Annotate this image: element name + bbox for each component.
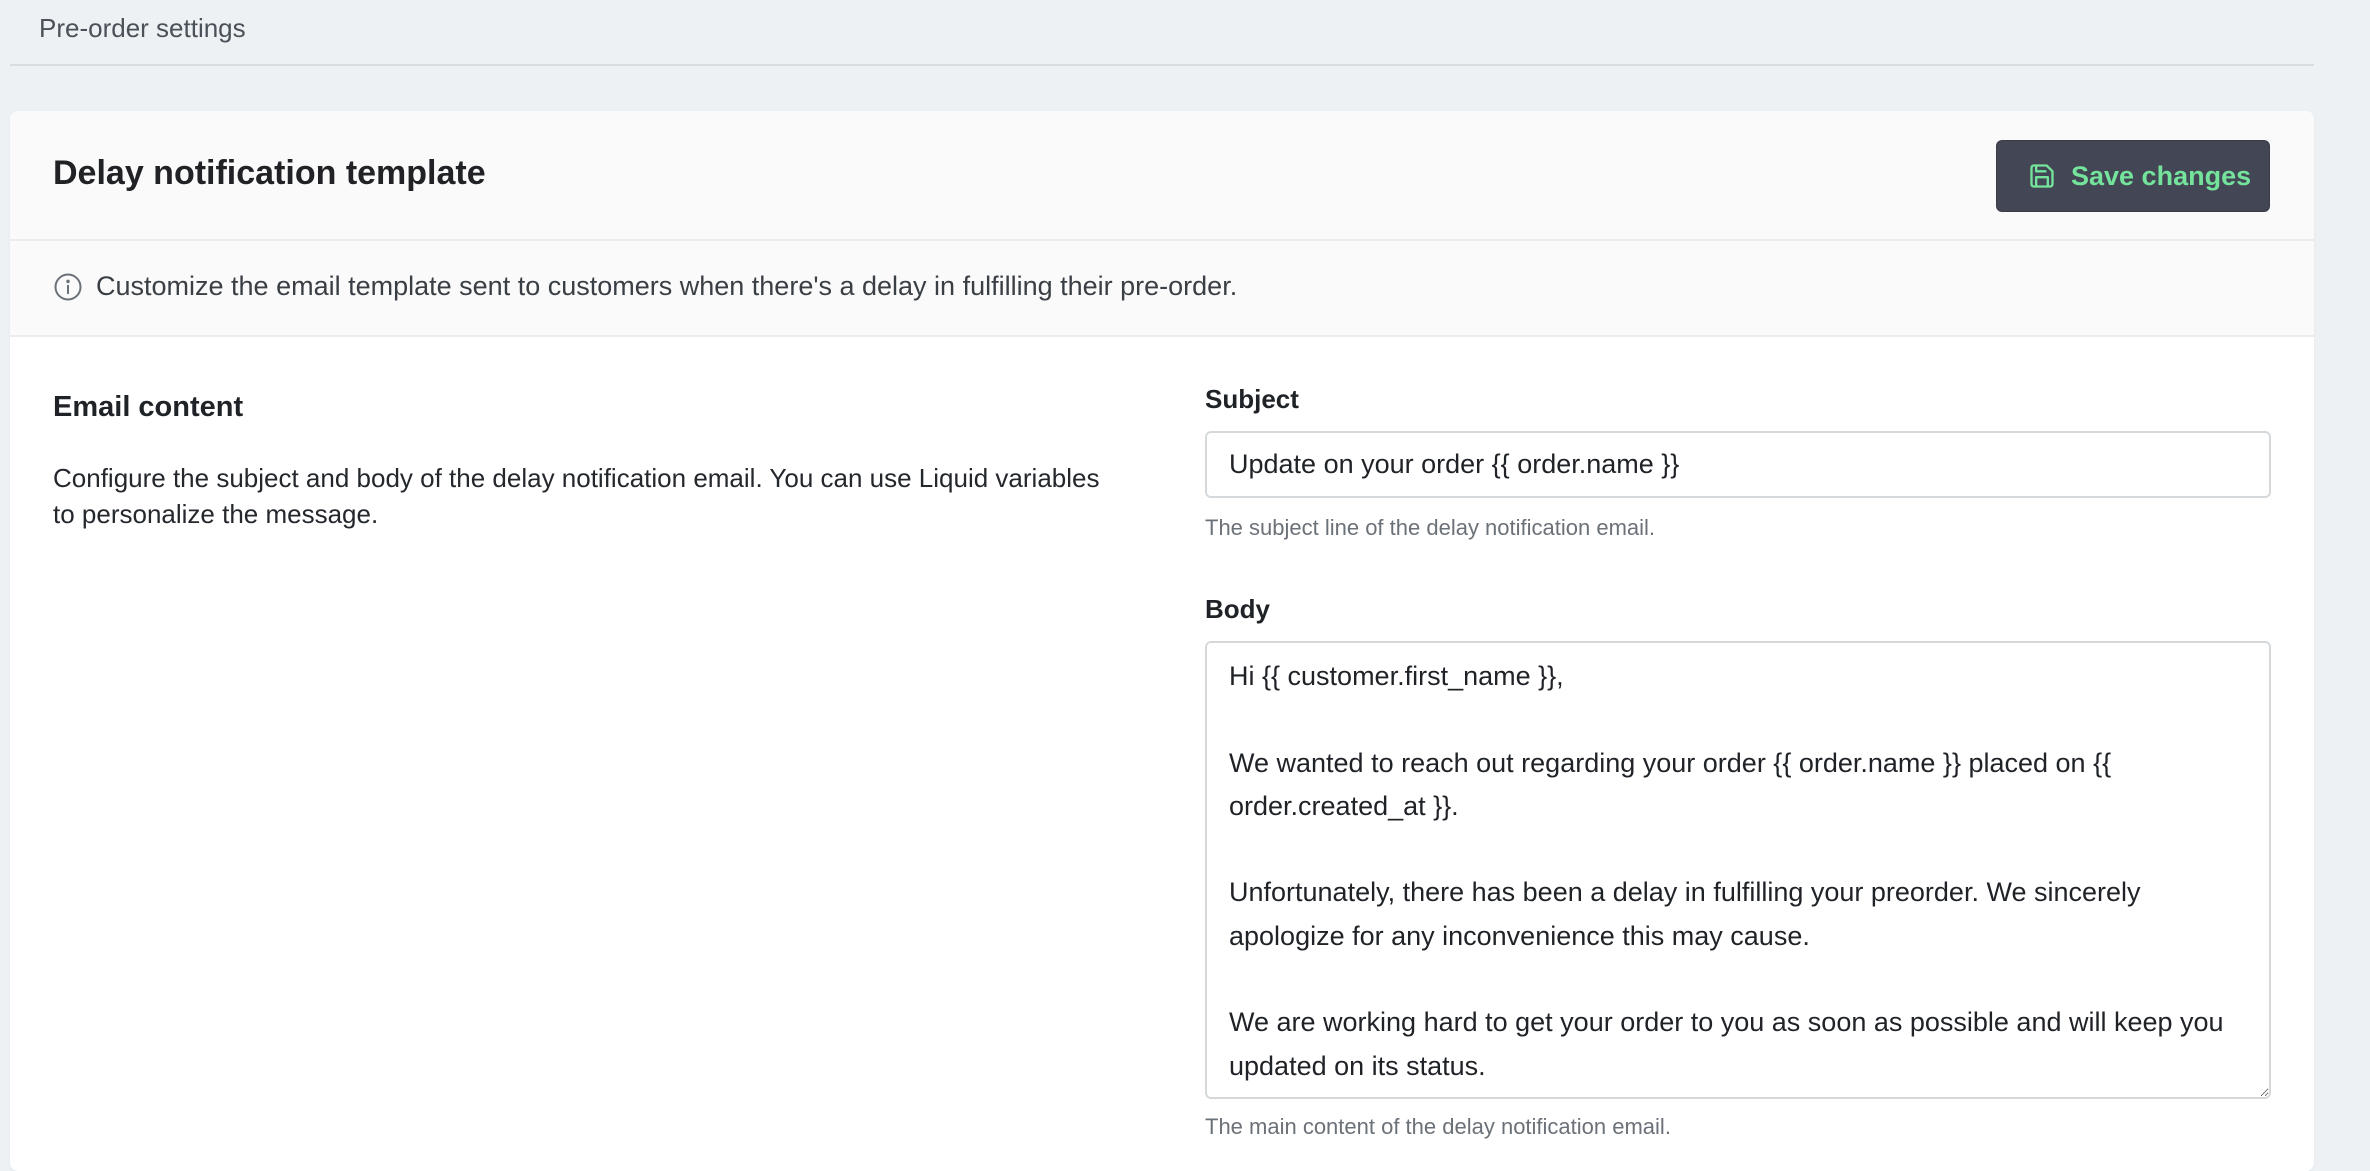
page-title: Pre-order settings	[39, 13, 246, 43]
info-icon	[53, 272, 83, 302]
body-help-text: The main content of the delay notificati…	[1205, 1114, 1671, 1139]
settings-card: Delay notification template Save changes…	[10, 111, 2314, 1171]
section-title: Email content	[53, 391, 244, 423]
body-textarea[interactable]: Hi {{ customer.first_name }}, We wanted …	[1205, 641, 2271, 1099]
save-changes-label: Save changes	[2071, 160, 2252, 191]
info-text: Customize the email template sent to cus…	[96, 271, 1238, 301]
save-changes-button[interactable]: Save changes	[1996, 140, 2270, 212]
section-description: Configure the subject and body of the de…	[53, 463, 1100, 529]
save-icon	[2027, 161, 2057, 191]
subject-label: Subject	[1205, 384, 1299, 414]
card-title: Delay notification template	[53, 154, 486, 192]
body-label: Body	[1205, 594, 1270, 624]
card-header: Delay notification template Save changes	[10, 111, 2314, 241]
subject-help-text: The subject line of the delay notificati…	[1205, 515, 1656, 540]
top-bar: Pre-order settings	[10, 0, 2314, 66]
subject-input[interactable]	[1205, 431, 2271, 498]
info-banner: Customize the email template sent to cus…	[10, 241, 2314, 337]
